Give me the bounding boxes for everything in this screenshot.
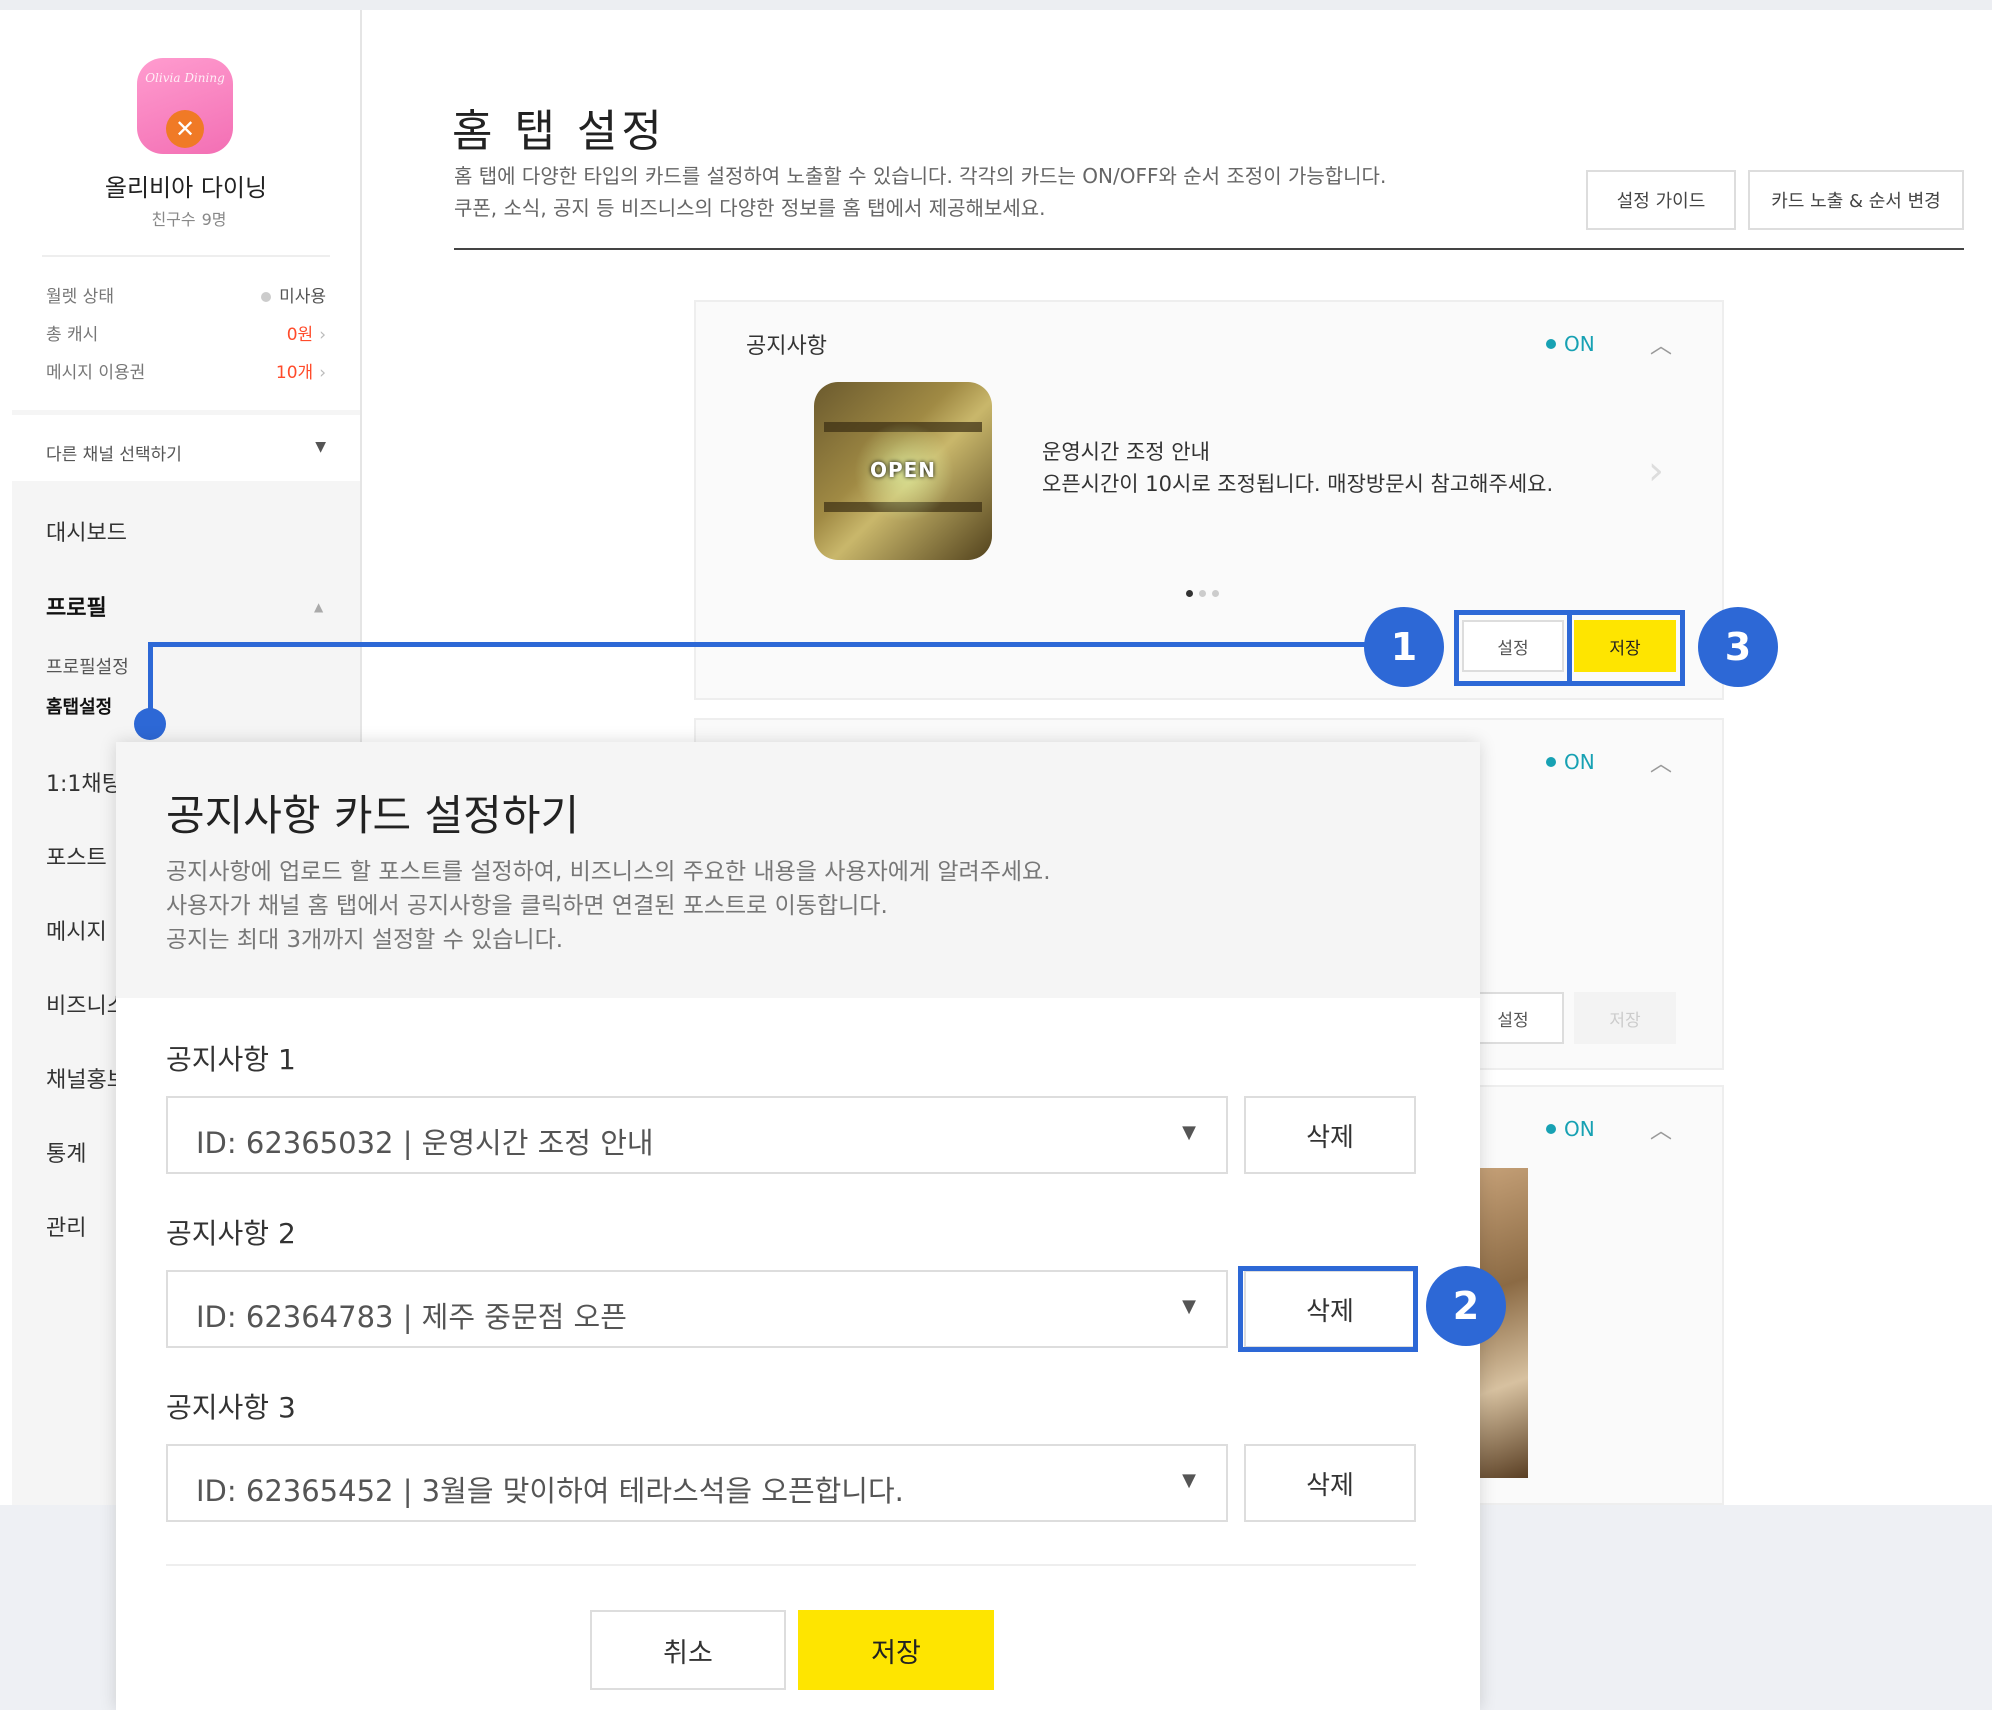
message-voucher-row[interactable]: 메시지 이용권 10개 › (46, 358, 326, 388)
nav-business[interactable]: 비즈니스 (46, 988, 127, 1020)
wallet-status-value: 미사용 (261, 282, 326, 307)
notice-thumbnail: OPEN (814, 382, 992, 560)
message-voucher-label: 메시지 이용권 (46, 363, 146, 383)
modal-header: 공지사항 카드 설정하기 공지사항에 업로드 할 포스트를 설정하여, 비즈니스… (116, 742, 1480, 998)
carousel-dot-active[interactable] (1186, 590, 1193, 597)
total-cash-row[interactable]: 총 캐시 0원 › (46, 320, 326, 350)
modal-divider (166, 1564, 1416, 1566)
notice-1-select[interactable]: ID: 62365032 | 운영시간 조정 안내 ▼ (166, 1096, 1228, 1174)
on-toggle-label: ON (1564, 750, 1595, 774)
channel-name: 올리비아 다이닝 (104, 174, 268, 202)
on-toggle-label: ON (1564, 1117, 1595, 1141)
chevron-right-icon[interactable]: › (1648, 448, 1664, 494)
notice-2-value: ID: 62364783 | 제주 중문점 오픈 (196, 1300, 627, 1334)
notice-title: 운영시간 조정 안내 (1042, 440, 1210, 464)
modal-description-line3: 공지는 최대 3개까지 설정할 수 있습니다. (166, 927, 564, 953)
status-dot-icon (1546, 756, 1556, 767)
notice-3-label: 공지사항 3 (166, 1391, 296, 1424)
notice-1-value: ID: 62365032 | 운영시간 조정 안내 (196, 1126, 654, 1160)
nav-stats[interactable]: 통계 (46, 1136, 86, 1168)
callout-connector-line (148, 642, 1370, 647)
friends-count: 친구수 9명 (12, 206, 360, 230)
nav-profile-settings[interactable]: 프로필설정 (46, 653, 129, 679)
status-dot-icon (1546, 1123, 1556, 1134)
nav-chat[interactable]: 1:1채팅 (46, 766, 122, 798)
header-divider (454, 248, 1964, 250)
card-order-button[interactable]: 카드 노출 & 순서 변경 (1748, 170, 1964, 230)
caret-down-icon: ▼ (1182, 1122, 1196, 1143)
modal-description-line2: 사용자가 채널 홈 탭에서 공지사항을 클릭하면 연결된 포스트로 이동합니다. (166, 893, 888, 919)
channel-logo[interactable]: Olivia Dining ✕ (137, 58, 233, 154)
logo-text: Olivia Dining (145, 71, 225, 85)
highlight-settings-button (1454, 610, 1572, 686)
message-voucher-value[interactable]: 10개 › (276, 358, 326, 383)
carousel-dot[interactable] (1199, 590, 1206, 597)
chevron-up-icon[interactable]: ︿ (1650, 746, 1672, 778)
nav-home-tab-settings[interactable]: 홈탭설정 (46, 693, 112, 719)
caret-down-icon: ▼ (1182, 1296, 1196, 1317)
channel-select-label: 다른 채널 선택하기 (46, 445, 182, 465)
notice-1-label: 공지사항 1 (166, 1043, 296, 1076)
channel-select-dropdown[interactable]: 다른 채널 선택하기 ▼ (12, 415, 360, 481)
callout-badge-2: 2 (1426, 1266, 1506, 1346)
notice-3-select[interactable]: ID: 62365452 | 3월을 맞이하여 테라스석을 오픈합니다. ▼ (166, 1444, 1228, 1522)
nav-channel-promo[interactable]: 채널홍보 (46, 1062, 127, 1094)
notice-2-label: 공지사항 2 (166, 1217, 296, 1250)
page-title: 홈 탭 설정 (452, 106, 666, 157)
nav-post[interactable]: 포스트 (46, 840, 107, 872)
page-description-line1: 홈 탭에 다양한 타입의 카드를 설정하여 노출할 수 있습니다. 각각의 카드… (454, 164, 1387, 188)
notice-3-delete-button[interactable]: 삭제 (1244, 1444, 1416, 1522)
wallet-status-label: 월렛 상태 (46, 287, 114, 307)
callout-connector-dot (134, 708, 166, 740)
callout-badge-3: 3 (1698, 607, 1778, 687)
status-dot-icon (261, 292, 272, 302)
page-description-line2: 쿠폰, 소식, 공지 등 비즈니스의 다양한 정보를 홈 탭에서 제공해보세요. (454, 196, 1046, 220)
on-toggle[interactable]: ON (1546, 750, 1595, 774)
modal-description-line1: 공지사항에 업로드 할 포스트를 설정하여, 비즈니스의 주요한 내용을 사용자… (166, 859, 1051, 885)
wallet-status-text: 미사용 (279, 287, 326, 307)
on-toggle-label: ON (1564, 332, 1595, 356)
thumbnail-open-text: OPEN (869, 458, 937, 482)
total-cash-text: 0원 (286, 325, 314, 345)
chevron-right-icon: › (319, 363, 326, 383)
carousel-dot[interactable] (1212, 590, 1219, 597)
notice-settings-modal: 공지사항 카드 설정하기 공지사항에 업로드 할 포스트를 설정하여, 비즈니스… (116, 742, 1480, 1710)
modal-save-button[interactable]: 저장 (798, 1610, 994, 1690)
chevron-up-icon[interactable]: ︿ (1650, 328, 1672, 360)
nav-message[interactable]: 메시지 (46, 914, 107, 946)
friends-value: 9명 (201, 210, 227, 229)
message-voucher-text: 10개 (275, 363, 314, 383)
nav-profile[interactable]: 프로필 (46, 590, 107, 622)
highlight-delete-button (1238, 1266, 1418, 1352)
total-cash-label: 총 캐시 (46, 325, 99, 345)
on-toggle[interactable]: ON (1546, 1117, 1595, 1141)
chevron-right-icon: › (319, 325, 326, 345)
modal-cancel-button[interactable]: 취소 (590, 1610, 786, 1690)
divider (42, 255, 330, 257)
carousel-indicator (1186, 582, 1225, 601)
chevron-up-icon[interactable]: ▲ (314, 600, 323, 614)
caret-down-icon: ▼ (315, 439, 326, 455)
notice-1-delete-button[interactable]: 삭제 (1244, 1096, 1416, 1174)
highlight-save-button (1567, 610, 1685, 686)
card-title: 공지사항 (746, 334, 827, 359)
nav-manage[interactable]: 관리 (46, 1210, 86, 1242)
notice-3-value: ID: 62365452 | 3월을 맞이하여 테라스석을 오픈합니다. (196, 1474, 904, 1508)
modal-title: 공지사항 카드 설정하기 (166, 791, 580, 840)
total-cash-value[interactable]: 0원 › (287, 320, 326, 345)
status-dot-icon (1546, 338, 1556, 349)
card-save-button-disabled: 저장 (1574, 992, 1676, 1044)
profile-panel: Olivia Dining ✕ 올리비아 다이닝 친구수 9명 월렛 상태 미사용… (12, 10, 360, 410)
wallet-status-row: 월렛 상태 미사용 (46, 282, 326, 312)
on-toggle[interactable]: ON (1546, 332, 1595, 356)
nav-dashboard[interactable]: 대시보드 (46, 515, 127, 547)
caret-down-icon: ▼ (1182, 1470, 1196, 1491)
settings-guide-button[interactable]: 설정 가이드 (1586, 170, 1736, 230)
friends-label: 친구수 (151, 210, 196, 229)
notice-2-select[interactable]: ID: 62364783 | 제주 중문점 오픈 ▼ (166, 1270, 1228, 1348)
fork-knife-icon: ✕ (166, 110, 204, 148)
notice-body: 오픈시간이 10시로 조정됩니다. 매장방문시 참고해주세요. (1042, 472, 1554, 496)
chevron-up-icon[interactable]: ︿ (1650, 1113, 1672, 1145)
callout-badge-1: 1 (1364, 607, 1444, 687)
